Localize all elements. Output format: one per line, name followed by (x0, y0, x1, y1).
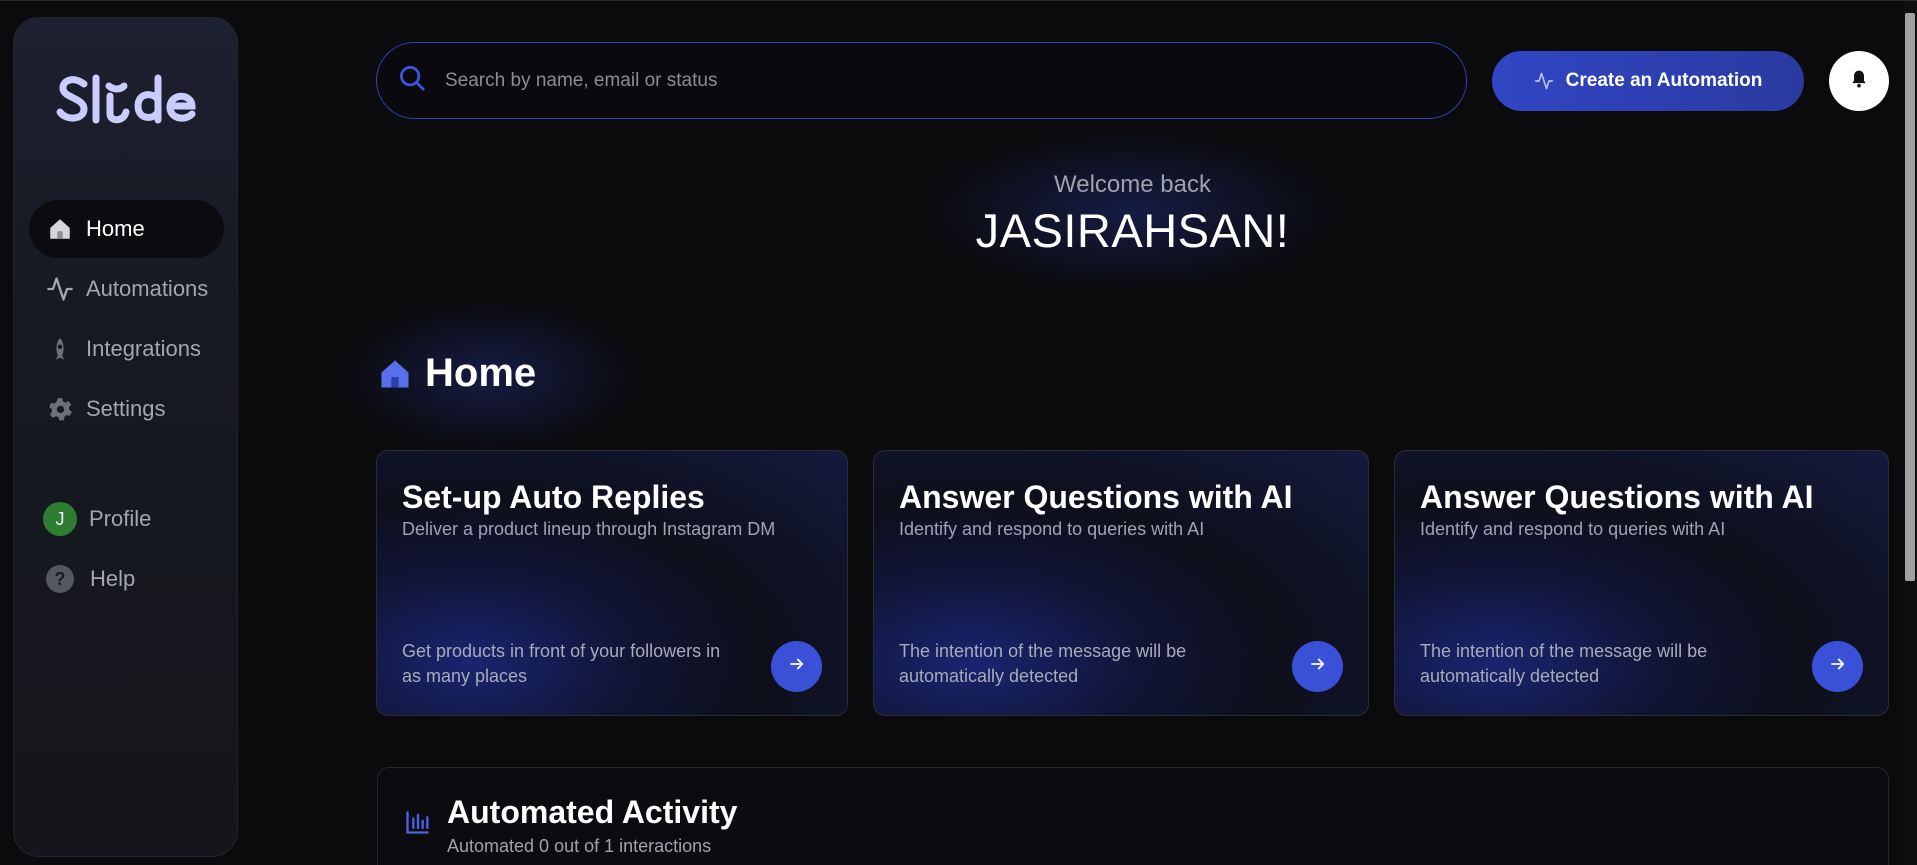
card-footer-text: Get products in front of your followers … (402, 641, 721, 686)
card-arrow-button[interactable] (1292, 641, 1343, 692)
home-icon (46, 215, 74, 243)
card-footer-text: The intention of the message will be aut… (899, 641, 1187, 686)
card-subtitle: Deliver a product lineup through Instagr… (402, 519, 776, 539)
card-title: Answer Questions with AI (899, 479, 1293, 515)
slide-logo[interactable] (54, 66, 204, 136)
scrollbar[interactable] (1903, 1, 1917, 865)
automated-activity-panel: Automated Activity Automated 0 out of 1 … (377, 767, 1889, 865)
sidebar-item-label: Home (86, 216, 145, 241)
search-input[interactable] (445, 69, 1345, 92)
card-footer-text: The intention of the message will be aut… (1420, 641, 1708, 686)
card-arrow-button[interactable] (771, 641, 822, 692)
card-title: Set-up Auto Replies (402, 479, 705, 515)
page-title-text: Home (425, 351, 537, 395)
sidebar-item-label: Settings (86, 396, 166, 421)
card-answer-questions[interactable]: Answer Questions with AI Identify and re… (1394, 450, 1889, 716)
card-subtitle: Identify and respond to queries with AI (1420, 519, 1726, 539)
arrow-right-icon (1309, 655, 1327, 678)
card-auto-replies[interactable]: Set-up Auto Replies Deliver a product li… (376, 450, 848, 716)
sidebar-item-label: Integrations (86, 336, 201, 361)
activity-icon (1534, 71, 1554, 91)
avatar: J (43, 502, 77, 536)
rocket-icon (46, 335, 74, 363)
page-title: Home (377, 351, 536, 396)
sidebar-item-settings[interactable]: Settings (29, 380, 224, 438)
scrollbar-thumb[interactable] (1905, 13, 1915, 581)
search-icon (397, 63, 427, 98)
sidebar-item-label: Help (90, 566, 136, 591)
sidebar-item-automations[interactable]: Automations (29, 260, 224, 318)
card-subtitle: Identify and respond to queries with AI (899, 519, 1205, 539)
bar-chart-icon (404, 808, 432, 841)
notifications-button[interactable] (1829, 51, 1889, 111)
create-automation-button[interactable]: Create an Automation (1492, 51, 1804, 111)
card-arrow-button[interactable] (1812, 641, 1863, 692)
sidebar-item-integrations[interactable]: Integrations (29, 320, 224, 378)
activity-icon (46, 275, 74, 303)
sidebar-item-profile[interactable]: J Profile (29, 490, 224, 548)
sidebar: Home Automations Integrations Settings J… (13, 17, 238, 857)
search-bar (376, 42, 1467, 119)
sidebar-item-label: Profile (89, 506, 152, 531)
card-answer-questions[interactable]: Answer Questions with AI Identify and re… (873, 450, 1369, 716)
activity-title: Automated Activity (447, 794, 738, 830)
sidebar-item-help[interactable]: ? Help (29, 550, 224, 608)
create-automation-label: Create an Automation (1565, 70, 1763, 91)
card-title: Answer Questions with AI (1420, 479, 1814, 515)
arrow-right-icon (788, 655, 806, 678)
arrow-right-icon (1829, 655, 1847, 678)
help-icon: ? (46, 565, 74, 593)
home-icon (377, 356, 413, 392)
sidebar-item-home[interactable]: Home (29, 200, 224, 258)
welcome-subtitle: Welcome back (1054, 171, 1211, 198)
welcome-username: JASIRAHSAN! (975, 204, 1290, 257)
bell-icon (1849, 69, 1869, 94)
sidebar-item-label: Automations (86, 276, 209, 301)
gear-icon (46, 395, 74, 423)
activity-subtitle: Automated 0 out of 1 interactions (447, 836, 712, 856)
